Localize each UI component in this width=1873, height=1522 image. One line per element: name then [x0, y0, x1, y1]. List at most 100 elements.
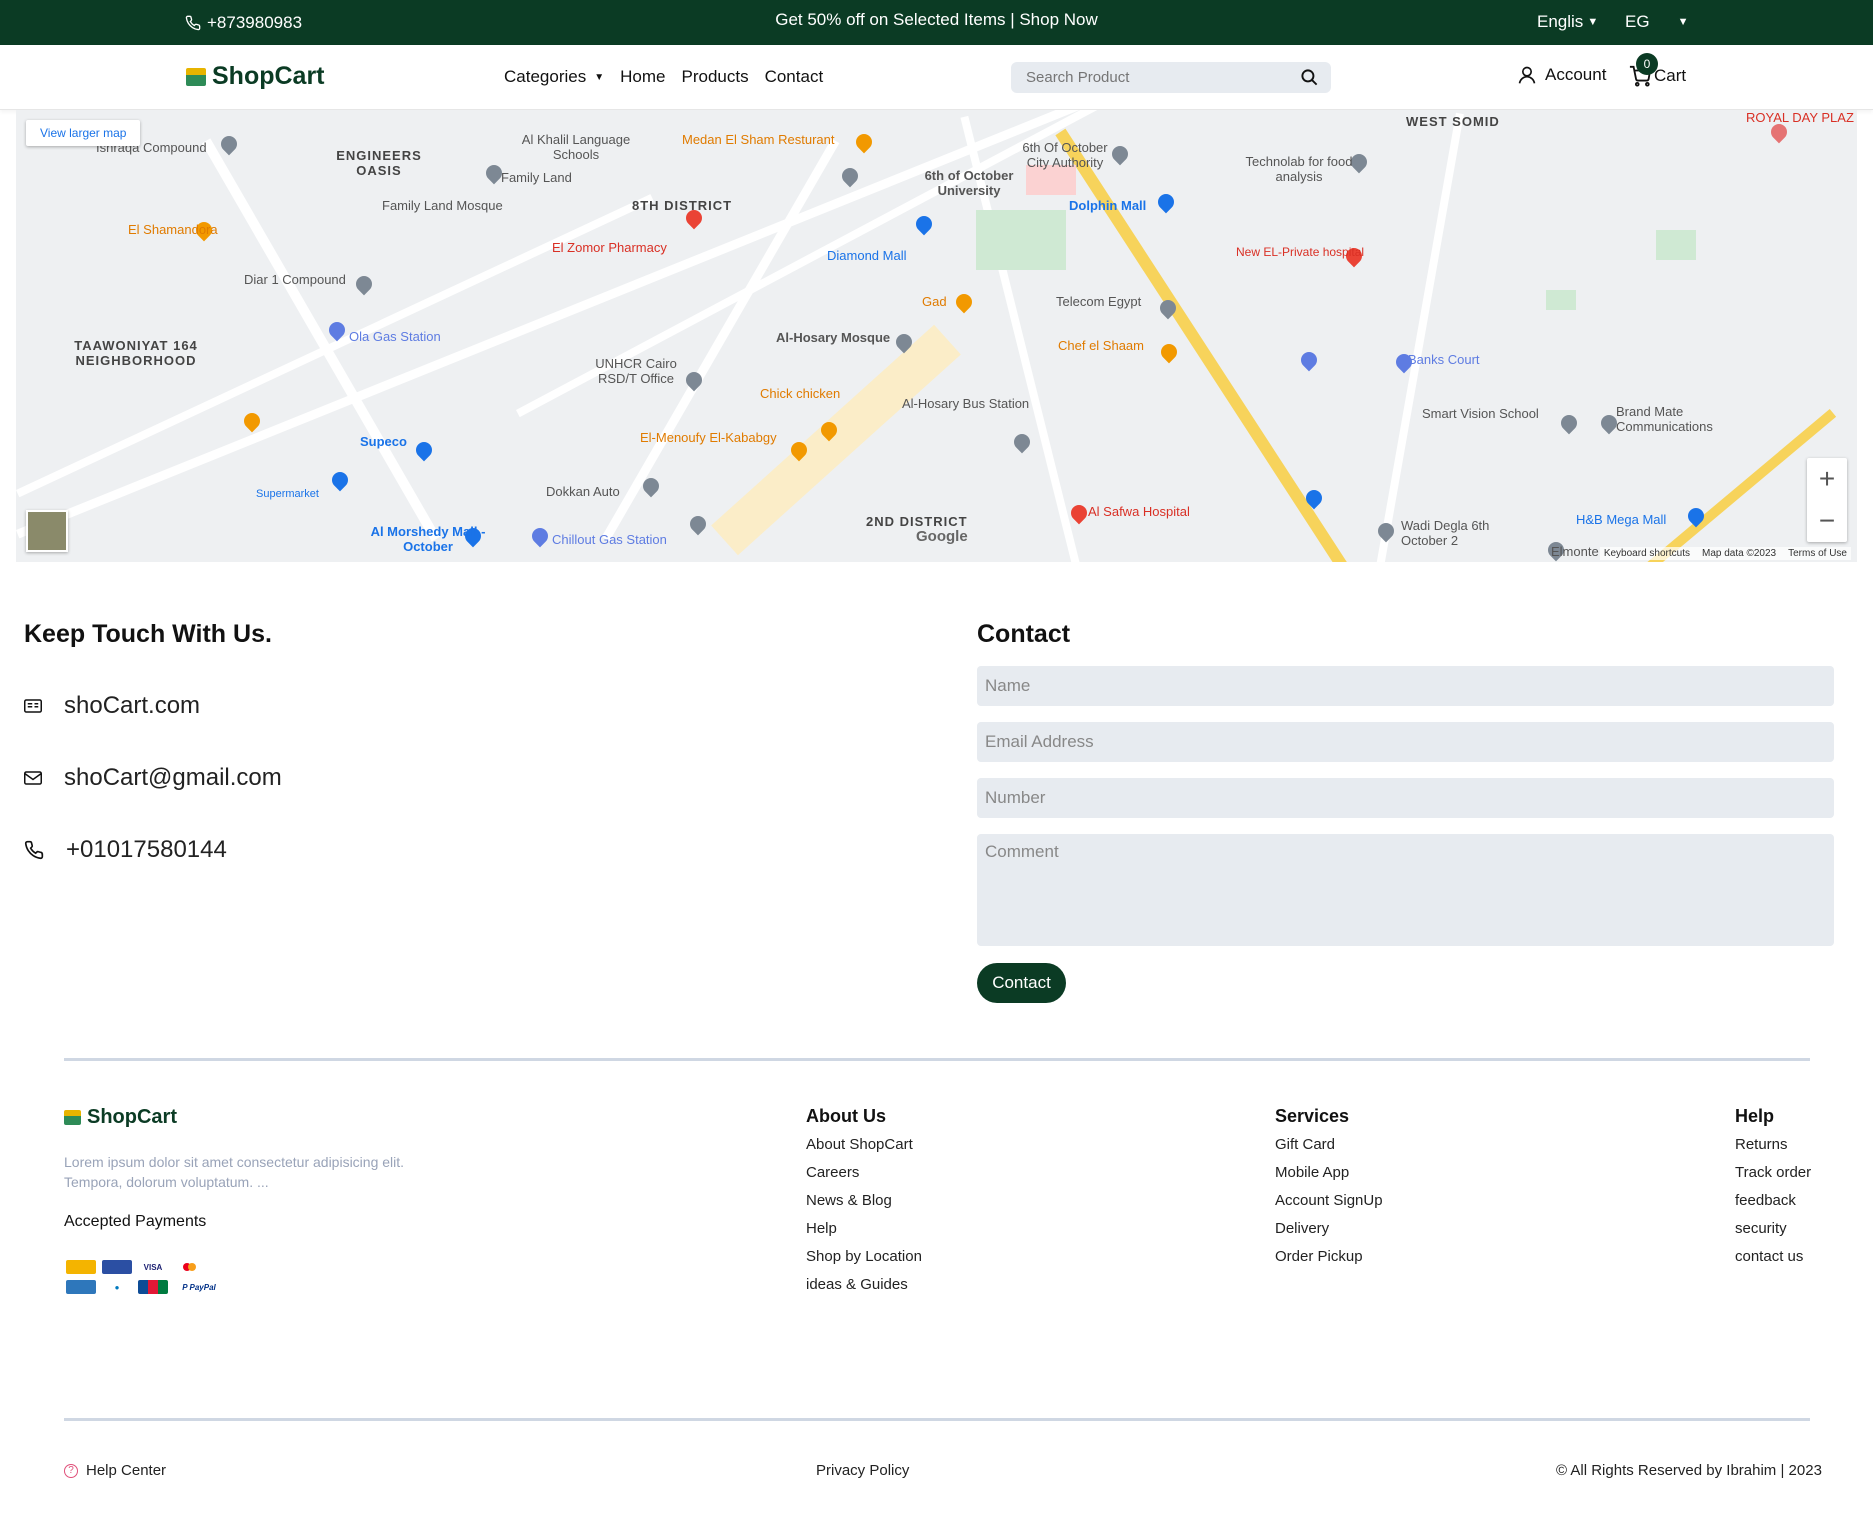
map-label: El Zomor Pharmacy — [552, 240, 667, 255]
footer-link[interactable]: Track order — [1735, 1159, 1811, 1187]
footer-bottom-divider — [64, 1418, 1810, 1421]
map-label: Supeco — [360, 434, 407, 449]
map-label: Ola Gas Station — [349, 329, 441, 344]
promo-top-bar: +873980983 Get 50% off on Selected Items… — [0, 0, 1873, 45]
comment-textarea[interactable]: Comment — [977, 834, 1834, 946]
footer-divider — [64, 1058, 1810, 1061]
footer-link[interactable]: Help — [806, 1215, 922, 1243]
map-label: Medan El Sham Resturant — [682, 132, 835, 147]
amex-icon — [66, 1280, 96, 1294]
map-label: Al Khalil Language Schools — [521, 132, 631, 162]
footer-logo-text: ShopCart — [87, 1106, 177, 1128]
user-icon — [1518, 66, 1536, 84]
zoom-in-button[interactable]: + — [1807, 458, 1847, 500]
location-map[interactable]: Ishraqa Compound ENGINEERS OASIS Al Khal… — [16, 110, 1857, 562]
map-label: 6th of October University — [924, 168, 1014, 198]
map-label: Gad — [922, 294, 947, 309]
phone-item[interactable]: +01017580144 — [24, 836, 227, 864]
logo[interactable]: ShopCart — [186, 62, 325, 91]
paypal-icon: P PayPal — [182, 1282, 216, 1292]
view-larger-map-link[interactable]: View larger map — [26, 120, 141, 146]
footer-link[interactable]: Account SignUp — [1275, 1187, 1383, 1215]
mastercard-icon — [174, 1260, 204, 1274]
footer-link[interactable]: Mobile App — [1275, 1159, 1383, 1187]
footer-link[interactable]: Delivery — [1275, 1215, 1383, 1243]
terms-link[interactable]: Terms of Use — [1788, 548, 1847, 559]
nav-home[interactable]: Home — [620, 67, 665, 87]
footer-col-title: Help — [1735, 1106, 1775, 1126]
phone-icon — [24, 840, 44, 860]
nav-products[interactable]: Products — [681, 67, 748, 87]
map-label: 8TH DISTRICT — [632, 198, 733, 213]
footer-link[interactable]: Returns — [1735, 1131, 1811, 1159]
map-label: ENGINEERS OASIS — [336, 148, 422, 178]
map-label: New EL-Private hospital — [1236, 245, 1365, 259]
map-label: Elmonte — [1551, 544, 1599, 559]
account-link[interactable]: Account — [1517, 65, 1606, 85]
footer-link[interactable]: Careers — [806, 1159, 922, 1187]
name-field[interactable]: Name — [977, 666, 1834, 706]
nav-label: Categories — [504, 67, 587, 86]
footer-link[interactable]: contact us — [1735, 1243, 1811, 1271]
account-label: Account — [1545, 65, 1607, 84]
main-header: ShopCart Categories ▼ Home Products Cont… — [0, 45, 1873, 110]
map-label: El Shamandora — [128, 222, 218, 237]
language-select[interactable]: Englis ▼ — [1537, 12, 1598, 32]
footer-logo[interactable]: ShopCart — [64, 1106, 177, 1129]
footer-col-title: About Us — [806, 1106, 886, 1126]
footer-link[interactable]: ideas & Guides — [806, 1271, 922, 1299]
email-field[interactable]: Email Address — [977, 722, 1834, 762]
footer-link[interactable]: security — [1735, 1215, 1811, 1243]
contact-submit-button[interactable]: Contact — [977, 963, 1066, 1003]
contact-form-heading: Contact — [977, 620, 1071, 648]
region-select[interactable]: EG ▼ — [1625, 12, 1688, 32]
website-item[interactable]: shoCart.com — [24, 692, 200, 720]
privacy-policy-link[interactable]: Privacy Policy — [816, 1462, 909, 1479]
zoom-controls: + − — [1807, 458, 1847, 542]
map-label: Technolab for food analysis — [1245, 154, 1353, 184]
search-input[interactable] — [1011, 62, 1281, 93]
language-value: Englis — [1537, 12, 1584, 31]
footer-col-help: Help Returns Track order feedback securi… — [1735, 1106, 1811, 1271]
footer-link[interactable]: Order Pickup — [1275, 1243, 1383, 1271]
map-label: Dolphin Mall — [1069, 198, 1147, 213]
jcb-icon — [138, 1280, 168, 1294]
chevron-down-icon: ▼ — [1587, 16, 1599, 28]
email-text: shoCart@gmail.com — [64, 764, 282, 791]
visa-icon: VISA — [143, 1262, 163, 1272]
satellite-toggle[interactable] — [26, 510, 68, 552]
chevron-down-icon: ▼ — [1677, 16, 1689, 28]
id-card-icon — [24, 699, 42, 713]
map-label: Family Land — [501, 170, 572, 185]
card-icon — [102, 1260, 132, 1274]
footer-link[interactable]: Gift Card — [1275, 1131, 1383, 1159]
help-center-link[interactable]: ? Help Center — [64, 1462, 166, 1479]
footer-link[interactable]: feedback — [1735, 1187, 1811, 1215]
keyboard-shortcuts-link[interactable]: Keyboard shortcuts — [1604, 548, 1690, 559]
map-label: Supermarket — [256, 488, 319, 500]
map-label: Chef el Shaam — [1058, 338, 1144, 353]
keep-touch-heading: Keep Touch With Us. — [24, 620, 272, 648]
email-item[interactable]: shoCart@gmail.com — [24, 764, 282, 792]
map-label: Banks Court — [1408, 352, 1480, 367]
map-label: 2ND DISTRICT — [866, 514, 968, 529]
map-data-text: Map data ©2023 — [1702, 548, 1777, 559]
cart-link[interactable]: 0 Cart — [1628, 53, 1687, 87]
map-label: TAAWONIYAT 164 NEIGHBORHOOD — [74, 338, 198, 368]
nav-categories[interactable]: Categories ▼ — [504, 67, 604, 87]
cart-label: Cart — [1654, 66, 1687, 85]
map-label: 6th Of October City Authority — [1022, 140, 1108, 170]
map-label: Al Safwa Hospital — [1088, 504, 1190, 519]
footer-link[interactable]: About ShopCart — [806, 1131, 922, 1159]
store-icon — [186, 67, 206, 86]
main-nav: Categories ▼ Home Products Contact — [504, 67, 823, 87]
number-field[interactable]: Number — [977, 778, 1834, 818]
footer-link[interactable]: News & Blog — [806, 1187, 922, 1215]
logo-text: ShopCart — [212, 62, 325, 90]
map-label: Diamond Mall — [827, 248, 907, 263]
search-icon[interactable] — [1300, 68, 1319, 87]
map-label: Wadi Degla 6th October 2 — [1401, 518, 1490, 548]
footer-link[interactable]: Shop by Location — [806, 1243, 922, 1271]
nav-contact[interactable]: Contact — [765, 67, 824, 87]
zoom-out-button[interactable]: − — [1807, 500, 1847, 542]
